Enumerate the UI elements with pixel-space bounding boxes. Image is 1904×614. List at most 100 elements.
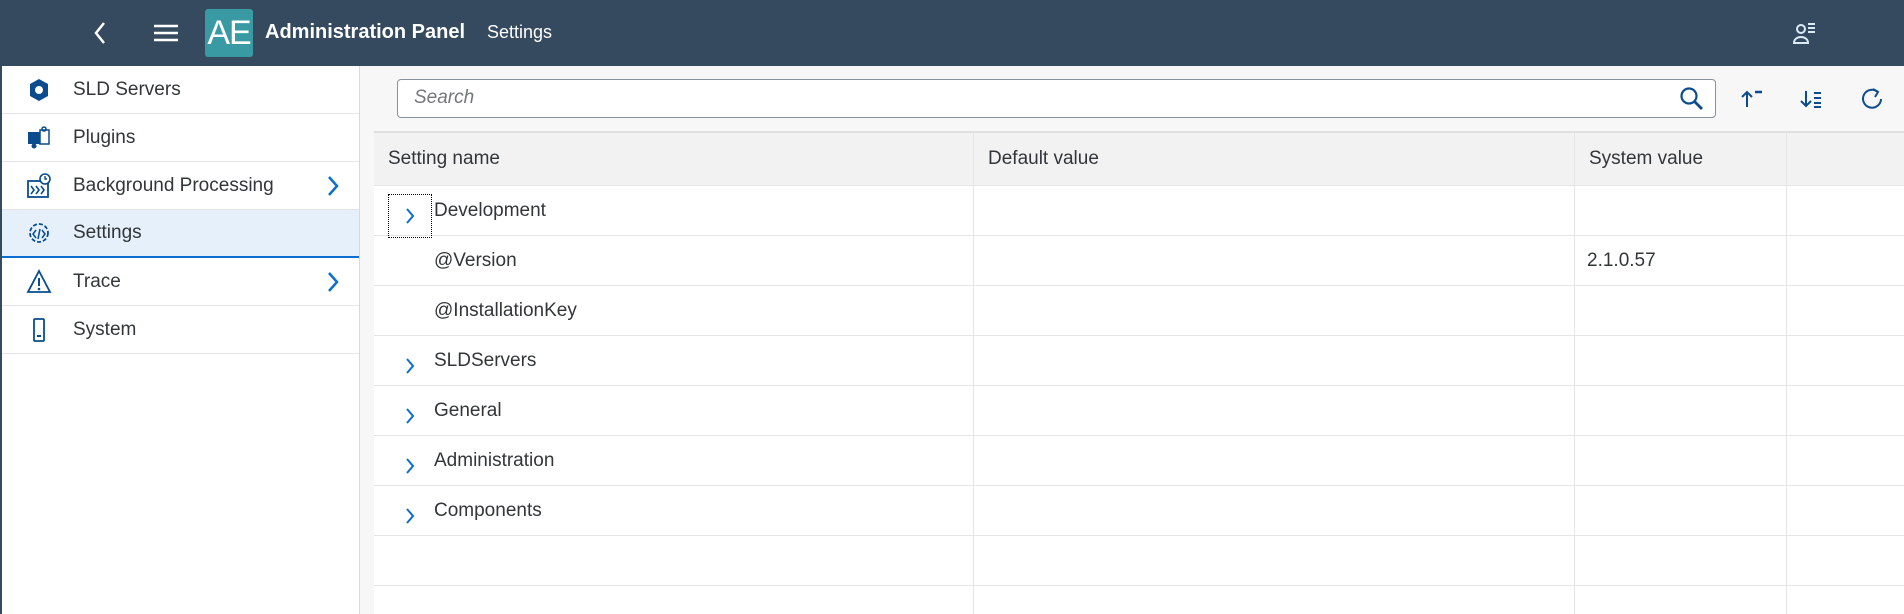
empty-cell bbox=[1787, 536, 1904, 585]
chevron-right-icon bbox=[406, 408, 415, 424]
table-row[interactable]: Development bbox=[374, 186, 1904, 238]
setting-name-cell: SLDServers bbox=[374, 336, 974, 385]
column-header-empty bbox=[1787, 133, 1904, 185]
expand-button[interactable] bbox=[389, 445, 431, 487]
table-row[interactable] bbox=[374, 586, 1904, 614]
setting-name-cell: @Version bbox=[374, 236, 974, 285]
setting-name-cell: Development bbox=[374, 186, 974, 238]
setting-name: Development bbox=[434, 199, 546, 221]
table-row[interactable]: Components bbox=[374, 486, 1904, 536]
setting-name: Components bbox=[434, 499, 542, 521]
column-header-system-value[interactable]: System value bbox=[1575, 133, 1787, 185]
sidebar-item-label: SLD Servers bbox=[73, 78, 181, 100]
system-value-cell bbox=[1575, 586, 1787, 614]
sort-ascending-button[interactable] bbox=[1736, 83, 1768, 115]
setting-name-cell: Components bbox=[374, 486, 974, 535]
empty-cell bbox=[1787, 236, 1904, 285]
background-processing-icon bbox=[26, 172, 52, 199]
column-header-default-value[interactable]: Default value bbox=[974, 133, 1575, 185]
refresh-button[interactable] bbox=[1856, 83, 1888, 115]
expand-button[interactable] bbox=[389, 395, 431, 437]
table-row[interactable]: SLDServers bbox=[374, 336, 1904, 386]
setting-name-cell bbox=[374, 536, 974, 585]
sidebar-item-label: System bbox=[73, 318, 137, 340]
empty-cell bbox=[1787, 336, 1904, 385]
system-value-cell bbox=[1575, 486, 1787, 535]
empty-cell bbox=[1787, 586, 1904, 614]
system-value-cell bbox=[1575, 336, 1787, 385]
default-value-cell bbox=[974, 386, 1575, 435]
search-icon[interactable] bbox=[1679, 86, 1705, 112]
expand-button[interactable] bbox=[389, 345, 431, 387]
system-value-cell bbox=[1575, 186, 1787, 235]
sidebar-item-background-processing[interactable]: Background Processing bbox=[2, 162, 359, 210]
table-row[interactable] bbox=[374, 536, 1904, 586]
empty-cell bbox=[1787, 286, 1904, 335]
empty-cell bbox=[1787, 386, 1904, 435]
system-value-cell bbox=[1575, 386, 1787, 435]
sld-servers-icon bbox=[26, 77, 52, 103]
search-input[interactable] bbox=[414, 87, 1654, 109]
system-value-cell bbox=[1575, 536, 1787, 585]
empty-cell bbox=[1787, 486, 1904, 535]
sidebar-item-trace[interactable]: Trace bbox=[2, 258, 359, 306]
setting-name: General bbox=[434, 399, 502, 421]
hamburger-icon bbox=[154, 24, 178, 42]
sidebar-item-plugins[interactable]: Plugins bbox=[2, 114, 359, 162]
default-value-cell bbox=[974, 286, 1575, 335]
default-value-cell bbox=[974, 186, 1575, 235]
sidebar-item-sld-servers[interactable]: SLD Servers bbox=[2, 66, 359, 114]
mobile-device-icon bbox=[26, 317, 52, 343]
table-row[interactable]: Administration bbox=[374, 436, 1904, 486]
default-value-cell bbox=[974, 236, 1575, 285]
sidebar-item-settings[interactable]: Settings bbox=[2, 210, 359, 258]
default-value-cell bbox=[974, 336, 1575, 385]
sidebar-item-label: Background Processing bbox=[73, 174, 274, 196]
puzzle-icon bbox=[26, 125, 52, 151]
back-button[interactable] bbox=[84, 17, 116, 49]
app-logo: AE bbox=[205, 9, 253, 57]
app-subtitle: Settings bbox=[487, 22, 553, 42]
search-field[interactable] bbox=[397, 79, 1716, 118]
setting-name: SLDServers bbox=[434, 349, 537, 371]
back-chevron-icon bbox=[94, 22, 105, 44]
sort-descending-button[interactable] bbox=[1796, 83, 1828, 115]
sidebar-item-system[interactable]: System bbox=[2, 306, 359, 354]
menu-button[interactable] bbox=[150, 17, 182, 49]
shell-header: AE Administration Panel Settings bbox=[0, 0, 1904, 66]
setting-name-cell: Administration bbox=[374, 436, 974, 485]
warning-icon bbox=[26, 268, 52, 295]
sort-ascending-icon bbox=[1741, 90, 1762, 107]
default-value-cell bbox=[974, 586, 1575, 614]
user-menu-button[interactable] bbox=[1789, 17, 1821, 49]
default-value-cell bbox=[974, 536, 1575, 585]
empty-cell bbox=[1787, 436, 1904, 485]
user-settings-icon bbox=[1793, 23, 1815, 44]
system-value-cell bbox=[1575, 436, 1787, 485]
setting-name: @InstallationKey bbox=[434, 299, 577, 321]
table-row[interactable]: @InstallationKey bbox=[374, 286, 1904, 336]
chevron-right-icon bbox=[406, 458, 415, 474]
chevron-right-icon bbox=[406, 358, 415, 374]
system-value-cell bbox=[1575, 286, 1787, 335]
app-title: Administration Panel bbox=[265, 21, 466, 43]
sort-descending-icon bbox=[1800, 91, 1821, 108]
sidebar-item-label: Trace bbox=[73, 270, 121, 292]
expand-button[interactable] bbox=[389, 495, 431, 537]
expand-button[interactable] bbox=[388, 194, 432, 238]
table-row[interactable]: @Version 2.1.0.57 bbox=[374, 236, 1904, 286]
default-value-cell bbox=[974, 436, 1575, 485]
default-value-cell bbox=[974, 486, 1575, 535]
chevron-right-icon bbox=[328, 271, 339, 292]
setting-name-cell: @InstallationKey bbox=[374, 286, 974, 335]
table-header: Setting name Default value System value bbox=[374, 133, 1904, 186]
chevron-right-icon bbox=[328, 175, 339, 196]
setting-name-cell bbox=[374, 586, 974, 614]
settings-table: Setting name Default value System value … bbox=[374, 131, 1904, 614]
chevron-right-icon bbox=[406, 508, 415, 524]
setting-name: @Version bbox=[434, 249, 517, 271]
table-row[interactable]: General bbox=[374, 386, 1904, 436]
column-header-setting-name[interactable]: Setting name bbox=[374, 133, 974, 185]
side-navigation: SLD Servers Plugins Background Processin… bbox=[0, 66, 360, 614]
setting-name: Administration bbox=[434, 449, 555, 471]
